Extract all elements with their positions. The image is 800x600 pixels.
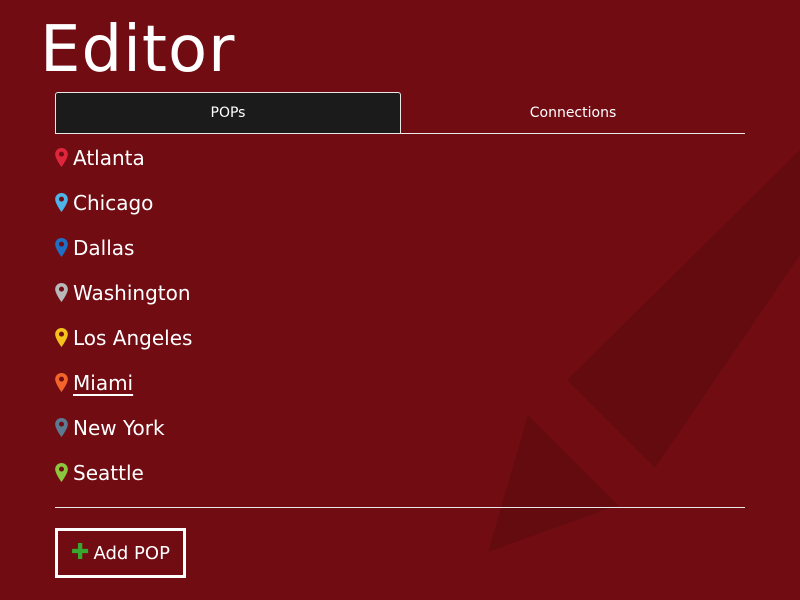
plus-icon: ✚ <box>71 540 90 565</box>
list-item[interactable]: Atlanta <box>55 135 745 180</box>
pop-name[interactable]: Atlanta <box>73 146 145 170</box>
pop-name[interactable]: Los Angeles <box>73 326 192 350</box>
list-item[interactable]: Chicago <box>55 180 745 225</box>
map-pin-icon <box>55 148 68 167</box>
pop-name[interactable]: New York <box>73 416 165 440</box>
map-pin-icon <box>55 418 68 437</box>
list-item[interactable]: New York <box>55 405 745 450</box>
list-item[interactable]: Seattle <box>55 450 745 495</box>
pop-name[interactable]: Miami <box>73 371 133 395</box>
tab-pops[interactable]: POPs <box>55 92 401 133</box>
pop-name[interactable]: Washington <box>73 281 191 305</box>
tab-connections[interactable]: Connections <box>401 92 745 133</box>
map-pin-icon <box>55 193 68 212</box>
map-pin-icon <box>55 328 68 347</box>
pop-name[interactable]: Seattle <box>73 461 144 485</box>
pop-name[interactable]: Dallas <box>73 236 134 260</box>
list-item[interactable]: Miami <box>55 360 745 405</box>
add-pop-button[interactable]: ✚ Add POP <box>55 528 186 578</box>
list-item[interactable]: Los Angeles <box>55 315 745 360</box>
map-pin-icon <box>55 283 68 302</box>
list-item[interactable]: Dallas <box>55 225 745 270</box>
pop-list: Atlanta Chicago Dallas Washington Los An… <box>55 135 745 495</box>
pop-name[interactable]: Chicago <box>73 191 153 215</box>
map-pin-icon <box>55 373 68 392</box>
add-pop-label: Add POP <box>93 542 170 564</box>
map-pin-icon <box>55 238 68 257</box>
tab-bar: POPs Connections <box>55 92 745 134</box>
page-title: Editor <box>40 13 236 87</box>
map-pin-icon <box>55 463 68 482</box>
list-item[interactable]: Washington <box>55 270 745 315</box>
divider <box>55 507 745 508</box>
